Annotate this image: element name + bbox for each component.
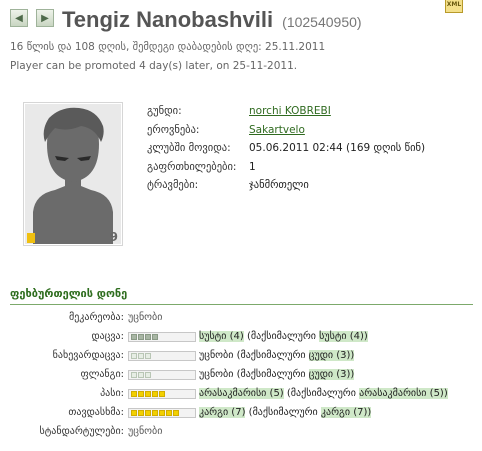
skill-pip	[145, 372, 151, 378]
skill-max-prefix: (მაქსიმალური	[246, 331, 316, 342]
skill-max-prefix: (მაქსიმალური	[286, 388, 356, 399]
skill-pip	[131, 353, 137, 359]
skill-level-text: უცნობი (მაქსიმალური ცუდი (3))	[199, 369, 355, 380]
skill-pip	[138, 410, 144, 416]
team-label: გუნდი:	[147, 105, 182, 117]
skill-row-wing: ფლანგი: უცნობი (მაქსიმალური ცუდი (3))	[0, 367, 482, 386]
skill-max-prefix: (მაქსიმალური	[236, 350, 306, 361]
skill-pip	[159, 391, 165, 397]
age-line: 16 წლის და 108 დღის, შემდეგი დაბადების დ…	[10, 41, 326, 53]
skill-pip	[131, 334, 137, 340]
skill-level-link[interactable]: სუსტი (4)	[199, 331, 244, 342]
skill-max-link[interactable]: ცუდი (3))	[308, 350, 355, 361]
skill-pip	[138, 391, 144, 397]
xml-export-icon[interactable]: XML	[445, 0, 463, 13]
skill-label: პასი:	[100, 388, 124, 399]
skill-pip	[145, 410, 151, 416]
player-name: Tengiz Nanobashvili	[62, 7, 274, 32]
skill-bar	[128, 332, 196, 342]
skill-label: თავდასხმა:	[68, 407, 124, 418]
skill-bar	[128, 408, 196, 418]
skill-pip	[138, 372, 144, 378]
injuries-value: ჯანმრთელი	[249, 179, 309, 191]
skill-pip	[131, 410, 137, 416]
skill-pip	[152, 410, 158, 416]
skill-unknown: უცნობი	[128, 426, 163, 437]
team-link[interactable]: norchi KOBREBI	[249, 105, 331, 117]
skill-row-defending: დაცვა: სუსტი (4) (მაქსიმალური სუსტი (4))	[0, 329, 482, 348]
warnings-label: გაფრთხილებები:	[147, 160, 237, 173]
skill-pip	[152, 391, 158, 397]
skill-max-prefix: (მაქსიმალური	[236, 369, 306, 380]
skill-pip	[152, 334, 158, 340]
skill-row-midfield: ნახევარდაცვა: უცნობი (მაქსიმალური ცუდი (…	[0, 348, 482, 367]
skill-level-unknown: უცნობი	[199, 350, 234, 361]
skill-level-text: არასაკმარისი (5) (მაქსიმალური არასაკმარი…	[199, 388, 448, 399]
skill-max-prefix: (მაქსიმალური	[248, 407, 318, 418]
skill-row-attacking: თავდასხმა: კარგი (7) (მაქსიმალური კარგი …	[0, 405, 482, 424]
joined-value: 05.06.2011 02:44 (169 დღის წინ)	[249, 142, 426, 154]
skill-level-unknown: უცნობი	[199, 369, 234, 380]
section-divider	[10, 304, 473, 305]
warnings-value: 1	[249, 160, 256, 173]
skills-section-title: ფეხბურთელის დონე	[10, 287, 128, 300]
skill-pip	[173, 410, 179, 416]
skill-pip	[131, 391, 137, 397]
skill-label: დაცვა:	[91, 331, 124, 342]
injuries-label: ტრავმები:	[147, 179, 199, 191]
skills-table: მეკარეობა: უცნობი დაცვა: სუსტი (4) (მაქს…	[0, 310, 482, 443]
player-id: (102540950)	[282, 14, 362, 30]
skill-label: ნახევარდაცვა:	[52, 350, 124, 361]
skill-pip	[138, 353, 144, 359]
skill-pip	[131, 372, 137, 378]
skill-pip	[145, 334, 151, 340]
skill-bar	[128, 389, 196, 399]
arrow-left-icon: ◀	[15, 12, 23, 24]
skill-unknown: უცნობი	[128, 312, 163, 323]
player-number: 9	[109, 230, 118, 244]
skill-bar	[128, 351, 196, 361]
skill-max-link[interactable]: კარგი (7))	[320, 407, 372, 418]
previous-player-button[interactable]: ◀	[10, 9, 28, 27]
skill-max-link[interactable]: სუსტი (4))	[319, 331, 368, 342]
skill-row-set-pieces: სტანდარტულები: უცნობი	[0, 424, 482, 443]
skill-row-passing: პასი: არასაკმარისი (5) (მაქსიმალური არას…	[0, 386, 482, 405]
joined-label: კლუბში მოვიდა:	[147, 142, 231, 154]
promote-line: Player can be promoted 4 day(s) later, o…	[10, 60, 298, 72]
skill-label: მეკარეობა:	[68, 312, 124, 323]
form-indicator	[27, 233, 35, 243]
skill-level-text: კარგი (7) (მაქსიმალური კარგი (7))	[199, 407, 372, 418]
skill-row-goalkeeping: მეკარეობა: უცნობი	[0, 310, 482, 329]
nationality-link[interactable]: Sakartvelo	[249, 124, 305, 136]
skill-pip	[159, 410, 165, 416]
player-avatar: 9	[23, 102, 123, 246]
skill-pip	[166, 410, 172, 416]
avatar-silhouette-icon	[25, 104, 121, 244]
skill-level-text: უცნობი (მაქსიმალური ცუდი (3))	[199, 350, 355, 361]
arrow-right-icon: ▶	[41, 12, 49, 24]
skill-label: ფლანგი:	[80, 369, 124, 380]
nationality-label: ეროვნება:	[147, 123, 200, 136]
skill-pip	[145, 391, 151, 397]
skill-label: სტანდარტულები:	[39, 426, 125, 437]
page-title: Tengiz Nanobashvili (102540950)	[62, 7, 362, 33]
skill-max-link[interactable]: ცუდი (3))	[308, 369, 355, 380]
skill-level-link[interactable]: არასაკმარისი (5)	[199, 388, 284, 399]
next-player-button[interactable]: ▶	[36, 9, 54, 27]
skill-level-text: სუსტი (4) (მაქსიმალური სუსტი (4))	[199, 331, 368, 342]
skill-pip	[138, 334, 144, 340]
skill-level-link[interactable]: კარგი (7)	[199, 407, 246, 418]
skill-pip	[145, 353, 151, 359]
skill-max-link[interactable]: არასაკმარისი (5))	[359, 388, 448, 399]
skill-bar	[128, 370, 196, 380]
